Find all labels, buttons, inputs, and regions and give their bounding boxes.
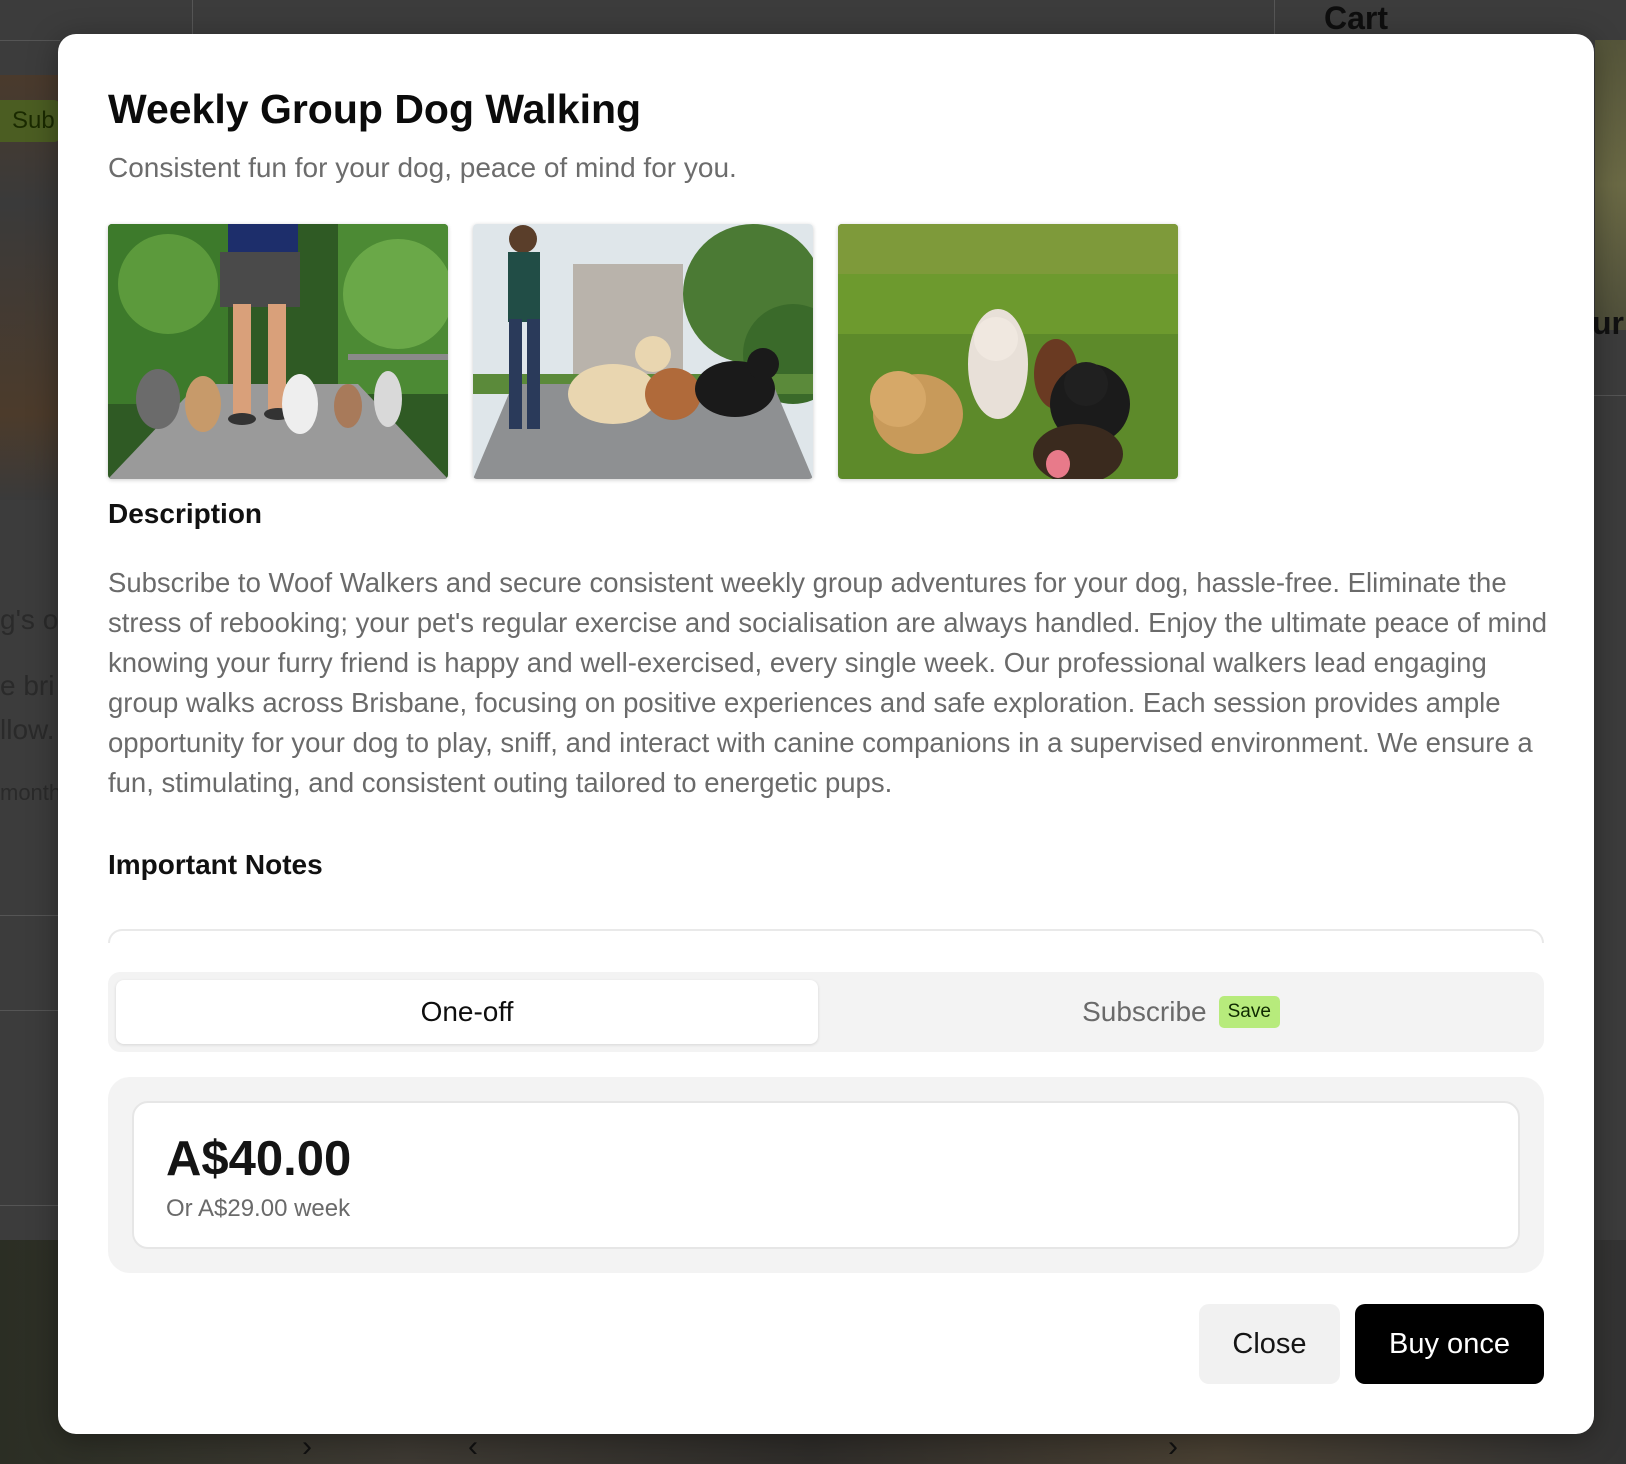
one-off-label: One-off: [420, 996, 514, 1027]
dogs-walking-park-photo-icon: [108, 224, 448, 479]
subscribe-option[interactable]: Subscribe Save: [826, 980, 1536, 1044]
one-off-option[interactable]: One-off: [116, 980, 818, 1044]
background-subscribe-badge: Sub: [0, 100, 60, 142]
important-notes-heading: Important Notes: [108, 849, 323, 880]
background-divider: [0, 915, 60, 916]
price-panel: A$40.00 Or A$29.00 week: [108, 1077, 1544, 1273]
price-card: A$40.00 Or A$29.00 week: [132, 1101, 1520, 1249]
background-text: g's o: [0, 604, 59, 635]
background-right-image: [1595, 40, 1626, 330]
description-text: Subscribe to Woof Walkers and secure con…: [108, 567, 1548, 799]
modal-title: Weekly Group Dog Walking: [108, 86, 642, 132]
gallery-image-1[interactable]: [108, 224, 448, 479]
background-divider: [0, 40, 60, 41]
gallery-image-3[interactable]: [838, 224, 1178, 479]
chevron-left-icon: ‹: [468, 1430, 478, 1463]
gallery-image-2[interactable]: [473, 224, 813, 479]
modal-subtitle: Consistent fun for your dog, peace of mi…: [108, 152, 737, 183]
background-text: month: [0, 780, 62, 805]
save-badge: Save: [1218, 996, 1280, 1028]
background-text: llow.: [0, 714, 55, 745]
background-text: e bri: [0, 670, 55, 701]
subscription-price-note: Or A$29.00 week: [166, 1195, 351, 1222]
product-modal: Weekly Group Dog Walking Consistent fun …: [58, 34, 1594, 1434]
background-divider: [192, 0, 193, 36]
chevron-right-icon: ›: [302, 1430, 312, 1463]
description-heading: Description: [108, 498, 263, 529]
background-cart-heading: Cart: [1324, 0, 1389, 36]
background-divider: [1594, 395, 1626, 396]
background-right-text: ur: [1592, 305, 1624, 341]
price-amount: A$40.00: [166, 1132, 352, 1186]
subscribe-label: Subscribe: [1082, 996, 1207, 1027]
chevron-right-icon: ›: [1168, 1430, 1178, 1463]
important-notes-panel[interactable]: [108, 929, 1544, 943]
background-divider: [0, 1205, 60, 1206]
background-divider: [0, 1010, 60, 1011]
image-gallery: [108, 224, 1178, 479]
background-divider: [1274, 0, 1275, 36]
buy-once-button[interactable]: Buy once: [1355, 1304, 1544, 1384]
purchase-type-toggle: One-off Subscribe Save: [108, 972, 1544, 1052]
dogs-on-grass-photo-icon: [838, 224, 1178, 479]
close-button[interactable]: Close: [1199, 1304, 1340, 1384]
woman-walking-dogs-photo-icon: [473, 224, 813, 479]
